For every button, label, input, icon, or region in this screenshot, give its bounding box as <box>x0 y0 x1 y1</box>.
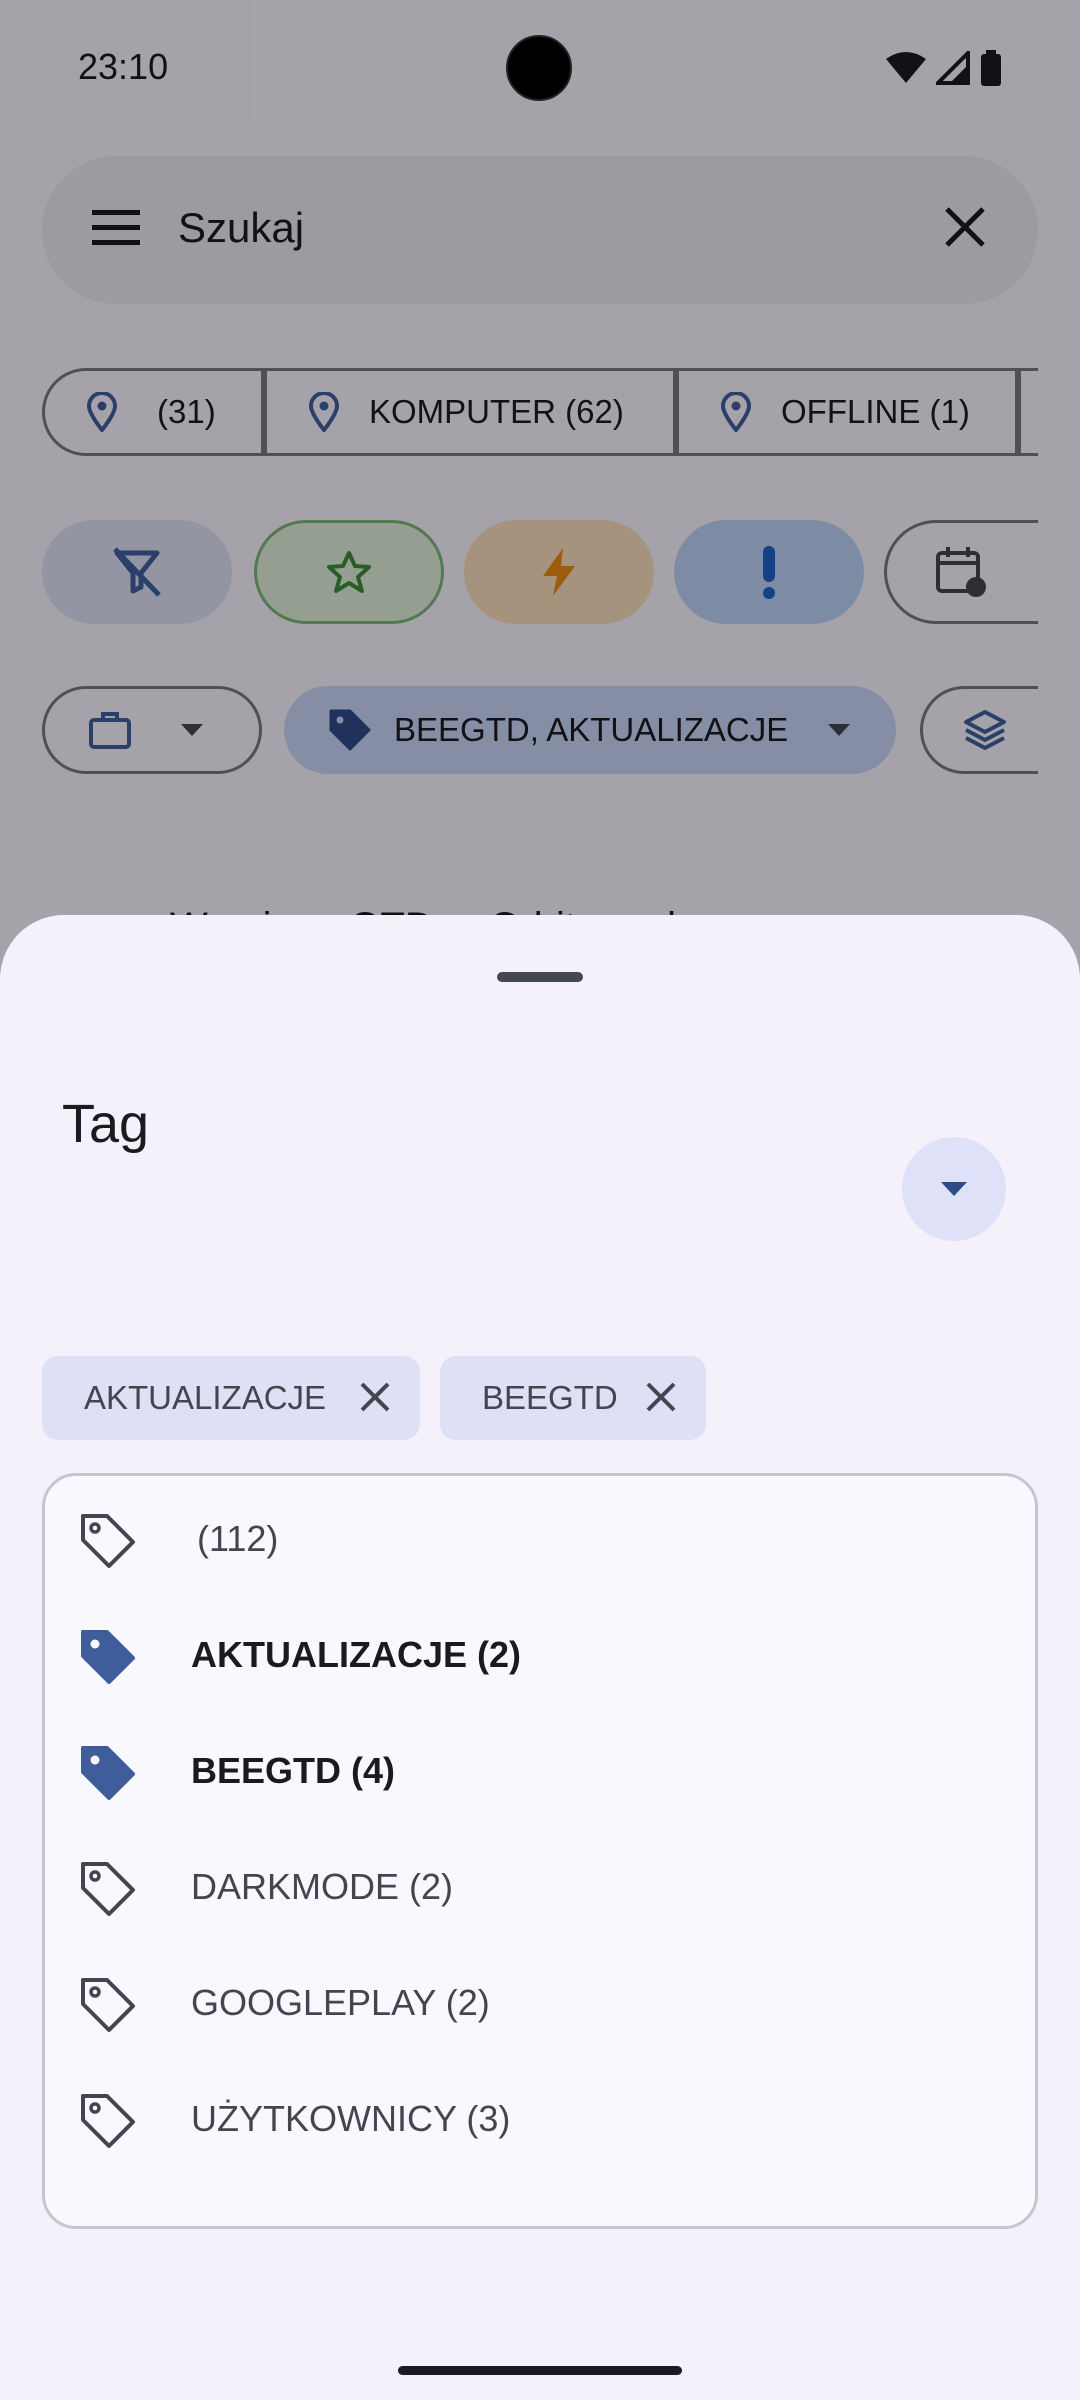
tag-list-item[interactable]: (112) <box>45 1482 1035 1598</box>
gesture-nav-bar[interactable] <box>398 2366 682 2375</box>
selected-tag-chip[interactable]: BEEGTD <box>440 1356 706 1440</box>
tag-list-item-label: BEEGTD (4) <box>191 1750 396 1791</box>
remove-chip-icon[interactable] <box>358 1380 392 1414</box>
tag-list-item[interactable]: BEEGTD (4) <box>45 1714 1035 1830</box>
tag-list-item-label: AKTUALIZACJE (2) <box>191 1634 521 1675</box>
selected-tag-chip-label: AKTUALIZACJE <box>84 1379 327 1416</box>
tag-list-item[interactable]: AKTUALIZACJE (2) <box>45 1598 1035 1714</box>
tag-outline-icon <box>81 1978 135 2032</box>
tag-list-item[interactable]: DARKMODE (2) <box>45 1830 1035 1946</box>
tag-list-item-label: (112) <box>197 1518 279 1559</box>
tag-outline-icon <box>81 1862 135 1916</box>
tag-outline-icon <box>81 2094 135 2148</box>
expand-button[interactable] <box>902 1137 1006 1241</box>
tag-list-item[interactable]: UŻYTKOWNICY (3) <box>45 2062 1035 2178</box>
remove-chip-icon[interactable] <box>644 1380 678 1414</box>
tag-list-item-label: GOOGLEPLAY (2) <box>191 1982 490 2023</box>
tag-list-item-label: UŻYTKOWNICY (3) <box>191 2098 511 2139</box>
chevron-down-icon <box>941 1182 967 1196</box>
sheet-title: Tag <box>62 1094 150 1154</box>
tag-bottom-sheet: Tag AKTUALIZACJE BEEGTD (112) AKTUALIZAC… <box>0 915 1080 2400</box>
tag-filled-icon <box>81 1630 135 1684</box>
tag-list-item-label: DARKMODE (2) <box>191 1866 454 1907</box>
selected-tag-chip[interactable]: AKTUALIZACJE <box>42 1356 420 1440</box>
selected-tag-chip-label: BEEGTD <box>482 1379 618 1416</box>
tag-filled-icon <box>81 1746 135 1800</box>
tag-list: (112) AKTUALIZACJE (2) BEEGTD (4) DARKMO… <box>42 1473 1038 2229</box>
tag-outline-icon <box>81 1514 135 1568</box>
drag-handle[interactable] <box>497 972 583 982</box>
tag-list-item[interactable]: GOOGLEPLAY (2) <box>45 1946 1035 2062</box>
